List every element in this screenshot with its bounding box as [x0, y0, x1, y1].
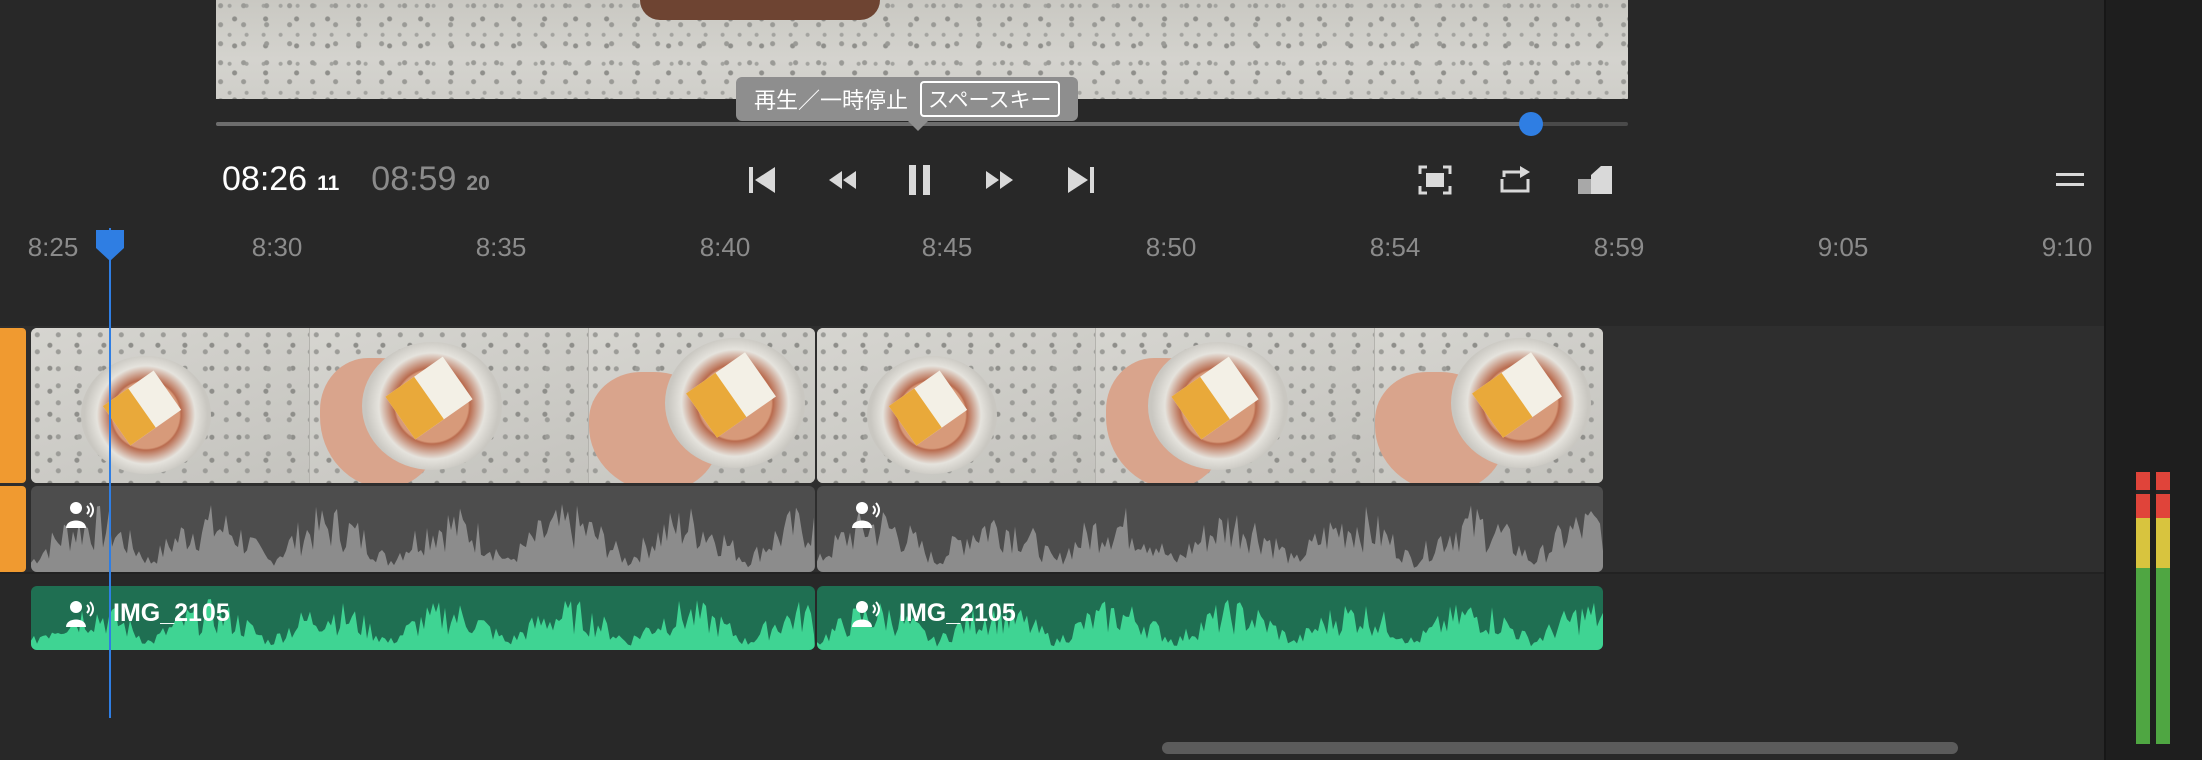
duration-frames: 20: [466, 172, 490, 195]
audio-track-handle[interactable]: [0, 486, 26, 572]
ruler-tick: 9:05: [1817, 232, 1869, 262]
connected-audio-clip[interactable]: IMG_2105: [31, 586, 815, 650]
pause-button[interactable]: [898, 160, 942, 200]
pause-icon: [909, 165, 930, 195]
timeline-scrollbar[interactable]: [1162, 742, 1958, 754]
audio-speaker-icon: [852, 601, 880, 627]
clip-thumbnail: [589, 328, 815, 483]
rewind-button[interactable]: [820, 160, 864, 200]
audio-waveform: [817, 505, 1603, 572]
video-track-handle[interactable]: [0, 328, 26, 483]
picture-in-picture-button[interactable]: [1573, 160, 1617, 200]
clip-name: IMG_2105: [899, 599, 1016, 627]
audio-meters-panel: [2104, 0, 2202, 760]
ruler-tick: 8:35: [475, 232, 527, 262]
fit-to-screen-icon: [1418, 165, 1452, 195]
attached-audio-clip[interactable]: [817, 486, 1603, 572]
preview-content: [640, 0, 880, 20]
connected-audio-clip[interactable]: IMG_2105: [817, 586, 1603, 650]
audio-speaker-icon: [66, 502, 94, 528]
ruler-tick: 8:25: [27, 232, 79, 262]
audio-speaker-icon: [852, 502, 880, 528]
timecode-display: 08:26 11 08:59 20: [222, 160, 490, 199]
clip-thumbnail: [31, 328, 310, 483]
skip-to-start-icon: [749, 167, 775, 193]
fast-forward-button[interactable]: [978, 160, 1022, 200]
clip-name: IMG_2105: [113, 599, 230, 627]
ruler-tick: 9:10: [2041, 232, 2093, 262]
clip-thumbnail: [310, 328, 589, 483]
tooltip-label: 再生／一時停止: [754, 88, 909, 113]
ruler-tick: 8:54: [1369, 232, 1421, 262]
scrubber-knob[interactable]: [1519, 112, 1543, 136]
ruler-tick: 8:40: [699, 232, 751, 262]
fit-to-screen-button[interactable]: [1413, 160, 1457, 200]
skip-to-end-button[interactable]: [1059, 160, 1103, 200]
clip-thumbnail: [1096, 328, 1375, 483]
video-clip[interactable]: [31, 328, 815, 483]
playhead-line: [109, 228, 111, 718]
audio-meter-right: [2156, 472, 2170, 744]
current-frames: 11: [317, 172, 340, 195]
skip-to-start-button[interactable]: [740, 160, 784, 200]
ruler-tick: 8:45: [921, 232, 973, 262]
menu-icon: [2056, 173, 2084, 186]
ruler-tick: 8:59: [1593, 232, 1645, 262]
current-time: 08:26: [222, 160, 308, 198]
playhead-handle[interactable]: [94, 228, 126, 262]
play-pause-tooltip: 再生／一時停止 スペースキー: [736, 77, 1078, 131]
skip-to-end-icon: [1068, 167, 1094, 193]
track-separator: [0, 572, 2104, 574]
audio-waveform: [31, 504, 815, 572]
scrubber-progress: [216, 122, 1530, 126]
rewind-icon: [829, 171, 856, 189]
audio-meter-left: [2136, 472, 2150, 744]
video-clip[interactable]: [817, 328, 1603, 483]
audio-speaker-icon: [66, 601, 94, 627]
tooltip-shortcut-key: スペースキー: [920, 81, 1060, 117]
ruler-tick: 8:30: [251, 232, 303, 262]
duration-time: 08:59: [371, 160, 457, 198]
loop-icon: [1500, 166, 1530, 193]
ruler-tick: 8:50: [1145, 232, 1197, 262]
clip-thumbnail: [817, 328, 1096, 483]
picture-in-picture-icon: [1578, 166, 1612, 194]
loop-button[interactable]: [1493, 160, 1537, 200]
attached-audio-clip[interactable]: [31, 486, 815, 572]
clip-thumbnail: [1375, 328, 1603, 483]
menu-button[interactable]: [2048, 160, 2092, 200]
fast-forward-icon: [986, 171, 1013, 189]
